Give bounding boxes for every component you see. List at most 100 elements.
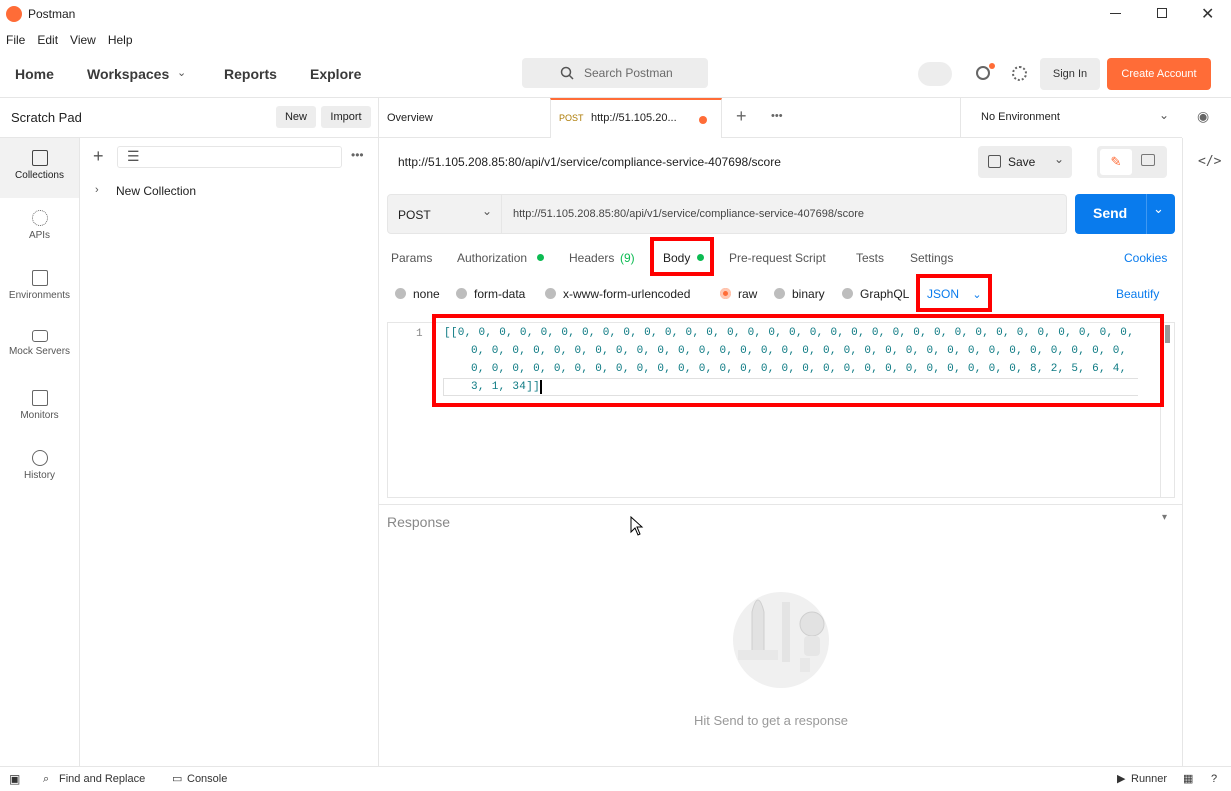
tab-options-icon[interactable]: ••• (771, 110, 783, 122)
radio-raw[interactable]: raw (720, 287, 757, 301)
scroll-thumb[interactable] (1165, 325, 1170, 343)
tab-method: POST (559, 113, 584, 123)
nav-explore[interactable]: Explore (310, 52, 361, 96)
mock-server-icon (31, 330, 48, 342)
radio-icon (545, 288, 556, 299)
nav-workspaces[interactable]: Workspaces (87, 52, 169, 96)
nav-home[interactable]: Home (15, 52, 54, 96)
radio-icon (395, 288, 406, 299)
radio-binary[interactable]: binary (774, 287, 825, 301)
search-icon (560, 66, 574, 80)
request-title[interactable]: http://51.105.208.85:80/api/v1/service/c… (398, 155, 781, 169)
rocket-illustration-icon (733, 592, 829, 688)
import-button[interactable]: Import (321, 106, 371, 128)
tab-authorization[interactable]: Authorization (457, 251, 527, 265)
tab-settings[interactable]: Settings (910, 251, 953, 265)
environments-icon (31, 270, 48, 286)
console-icon: ▭ (172, 773, 183, 785)
new-tab-icon[interactable]: + (736, 106, 747, 127)
close-icon[interactable]: ✕ (1201, 4, 1214, 24)
send-divider (1146, 194, 1147, 234)
new-button[interactable]: New (276, 106, 316, 128)
rail-history[interactable]: History (0, 438, 79, 498)
save-button[interactable]: Save ⌄ (978, 146, 1072, 178)
url-input[interactable]: http://51.105.208.85:80/api/v1/service/c… (502, 194, 1067, 234)
more-options-icon[interactable]: ••• (351, 148, 364, 162)
apis-icon (31, 210, 48, 226)
environment-select[interactable]: No Environment (981, 111, 1060, 123)
tab-params[interactable]: Params (391, 251, 432, 265)
highlight-json-body (432, 314, 1164, 407)
chevron-down-icon: ⌄ (177, 67, 187, 79)
menu-edit[interactable]: Edit (31, 28, 64, 52)
workspace-title: Scratch Pad (11, 110, 82, 125)
save-icon (988, 155, 1001, 168)
tab-url: http://51.105.20... (591, 112, 677, 124)
radio-none[interactable]: none (395, 287, 440, 301)
collections-icon (31, 150, 48, 166)
response-divider (379, 504, 1182, 505)
comment-icon[interactable] (1141, 154, 1155, 166)
menu-view[interactable]: View (64, 28, 102, 52)
right-sidebar: </> (1182, 138, 1231, 766)
nav-reports[interactable]: Reports (224, 52, 277, 96)
rail-monitors[interactable]: Monitors (0, 378, 79, 438)
collection-item[interactable]: New Collection (116, 184, 196, 198)
find-replace-icon: ⌕ (43, 773, 50, 785)
code-snippet-icon[interactable]: </> (1198, 154, 1221, 169)
find-replace-button[interactable]: Find and Replace (59, 767, 145, 791)
sign-in-button[interactable]: Sign In (1040, 58, 1100, 90)
chevron-down-icon[interactable]: ⌄ (1054, 152, 1064, 166)
rail-apis[interactable]: APIs (0, 198, 79, 258)
chevron-down-icon[interactable]: ⌄ (1153, 201, 1164, 217)
chevron-right-icon[interactable]: › (95, 184, 99, 196)
env-divider (960, 98, 961, 138)
radio-urlencoded[interactable]: x-www-form-urlencoded (545, 287, 690, 301)
toggle-sidebar-icon[interactable]: ▣ (9, 767, 20, 791)
headers-count: (9) (620, 251, 635, 265)
layout-icon[interactable]: ▦ (1183, 767, 1193, 791)
send-button[interactable]: Send ⌄ (1075, 194, 1175, 234)
method-select[interactable]: POST ⌄ (387, 194, 502, 234)
rail-environments[interactable]: Environments (0, 258, 79, 318)
rail-mock-servers[interactable]: Mock Servers (0, 318, 79, 378)
tab-headers[interactable]: Headers (569, 251, 614, 265)
chevron-down-icon[interactable]: ▾ (1162, 512, 1167, 523)
satellite-icon[interactable] (976, 66, 990, 80)
response-hint: Hit Send to get a response (694, 713, 848, 728)
sync-cloud-icon[interactable] (918, 62, 952, 86)
eye-icon[interactable]: ◉ (1197, 108, 1209, 125)
window-title: Postman (28, 7, 76, 21)
tab-active-request[interactable]: POST http://51.105.20... (550, 98, 722, 138)
menu-bar: File Edit View Help (0, 28, 1231, 52)
settings-gear-icon[interactable] (1012, 66, 1027, 81)
beautify-link[interactable]: Beautify (1116, 287, 1159, 301)
radio-icon (842, 288, 853, 299)
minimize-icon[interactable] (1110, 13, 1121, 14)
menu-help[interactable]: Help (102, 28, 139, 52)
cookies-link[interactable]: Cookies (1124, 251, 1167, 265)
tab-prerequest[interactable]: Pre-request Script (729, 251, 826, 265)
status-bar: ▣ ⌕ Find and Replace ▭ Console ▶ Runner … (0, 766, 1231, 790)
title-bar: Postman ✕ (0, 0, 1231, 28)
maximize-icon[interactable] (1157, 8, 1167, 18)
radio-form-data[interactable]: form-data (456, 287, 525, 301)
tab-tests[interactable]: Tests (856, 251, 884, 265)
runner-button[interactable]: Runner (1131, 767, 1167, 791)
help-icon[interactable]: ? (1211, 767, 1217, 791)
pencil-icon[interactable]: ✎ (1100, 149, 1132, 175)
line-number: 1 (416, 328, 423, 340)
tab-overview[interactable]: Overview (387, 112, 433, 124)
console-button[interactable]: Console (187, 767, 227, 791)
create-account-button[interactable]: Create Account (1107, 58, 1211, 90)
menu-file[interactable]: File (0, 28, 31, 52)
response-label[interactable]: Response (387, 514, 450, 530)
search-input[interactable]: Search Postman (522, 58, 708, 88)
radio-graphql[interactable]: GraphQL (842, 287, 909, 301)
status-dot (537, 254, 544, 261)
top-nav: Home Workspaces ⌄ Reports Explore Search… (0, 52, 1231, 98)
rail-collections[interactable]: Collections (0, 138, 79, 198)
filter-input[interactable] (117, 146, 342, 168)
edit-toggle: ✎ (1097, 146, 1167, 178)
add-icon[interactable]: + (93, 146, 104, 167)
